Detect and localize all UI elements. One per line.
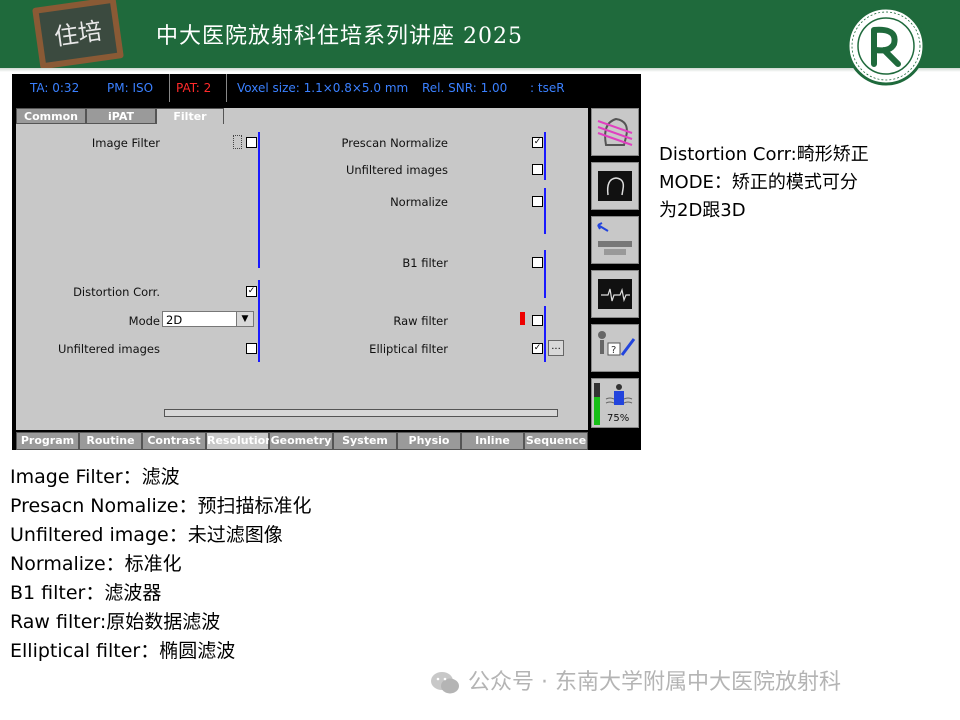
slide-header: 住培 中大医院放射科住培系列讲座 2025 <box>0 0 960 70</box>
raw-filter-indicator <box>520 312 525 325</box>
patient-table-icon[interactable] <box>591 216 639 264</box>
right-divider-2 <box>544 188 546 234</box>
b1-filter-checkbox[interactable] <box>532 257 543 268</box>
tab-routine[interactable]: Routine <box>79 432 142 450</box>
right-unfiltered-label: Unfiltered images <box>345 163 448 177</box>
page-title: 中大医院放射科住培系列讲座 2025 <box>156 24 523 49</box>
prescan-normalize-checkbox[interactable]: ✓ <box>532 137 543 148</box>
right-unfiltered-checkbox[interactable] <box>532 164 543 175</box>
snr-readout: Rel. SNR: 1.00 <box>422 81 508 95</box>
list-item: Presacn Nomalize：预扫描标准化 <box>10 495 312 517</box>
list-item: Unfiltered image：未过滤图像 <box>10 524 283 546</box>
raw-filter-checkbox[interactable] <box>532 315 543 326</box>
image-filter-label: Image Filter <box>91 136 160 150</box>
mode-select[interactable]: 2D ▼ <box>162 311 254 327</box>
status-bar: TA: 0:32 PM: ISO PAT: 2 Voxel size: 1.1×… <box>12 74 641 102</box>
left-unfiltered-checkbox[interactable] <box>246 343 257 354</box>
list-item: Image Filter：滤波 <box>10 466 180 488</box>
distortion-corr-checkbox[interactable]: ✓ <box>246 286 257 297</box>
footer-text: 公众号 · 东南大学附属中大医院放射科 <box>468 670 841 695</box>
sar-percent: 75% <box>607 413 629 424</box>
hospital-seal-logo <box>846 6 926 86</box>
tab-geometry[interactable]: Geometry <box>269 432 333 450</box>
list-item: Normalize：标准化 <box>10 553 182 575</box>
elliptical-options-button[interactable]: ... <box>548 340 564 356</box>
left-unfiltered-label: Unfiltered images <box>57 342 160 356</box>
elliptical-filter-checkbox[interactable]: ✓ <box>532 343 543 354</box>
note-line: 为2D跟3D <box>659 200 746 221</box>
tab-physio[interactable]: Physio <box>397 432 461 450</box>
progress-bar <box>164 409 558 417</box>
wechat-watermark: 公众号 · 东南大学附属中大医院放射科 <box>430 664 841 696</box>
chalkboard-logo: 住培 <box>32 0 124 70</box>
normalize-label: Normalize <box>390 195 448 209</box>
list-item: Raw filter:原始数据滤波 <box>10 611 221 633</box>
tab-resolution[interactable]: Resolution <box>206 432 273 450</box>
list-item: Elliptical filter：椭圆滤波 <box>10 640 236 662</box>
raw-filter-label: Raw filter <box>393 314 448 328</box>
tab-contrast[interactable]: Contrast <box>142 432 206 450</box>
head-positioning-icon[interactable] <box>591 108 639 156</box>
tab-inline[interactable]: Inline <box>461 432 524 450</box>
sar-level-icon[interactable]: 75% <box>591 378 639 428</box>
mode-value: 2D <box>166 313 183 327</box>
chevron-down-icon[interactable]: ▼ <box>236 312 253 326</box>
head-monitor-icon[interactable] <box>591 162 639 210</box>
note-line: Distortion Corr:畸形矫正 <box>659 144 869 165</box>
list-item: B1 filter：滤波器 <box>10 582 162 604</box>
header-divider <box>0 68 960 72</box>
scanner-window: TA: 0:32 PM: ISO PAT: 2 Voxel size: 1.1×… <box>12 74 641 450</box>
prescan-normalize-label: Prescan Normalize <box>341 136 448 150</box>
pm-readout: PM: ISO <box>107 81 154 95</box>
sequence-readout: : tseR <box>530 81 565 95</box>
mode-label: Mode <box>128 314 160 328</box>
svg-text:?: ? <box>611 345 616 356</box>
image-filter-checkbox[interactable] <box>246 137 257 148</box>
b1-filter-label: B1 filter <box>402 256 448 270</box>
ta-readout: TA: 0:32 <box>30 81 80 95</box>
right-divider-1 <box>544 132 546 180</box>
tab-system[interactable]: System <box>333 432 397 450</box>
tab-ipat[interactable]: iPAT <box>86 108 156 124</box>
tab-program[interactable]: Program <box>16 432 79 450</box>
filter-panel: Image Filter Distortion Corr. ✓ Mode 2D … <box>16 124 588 430</box>
voxel-readout: Voxel size: 1.1×0.8×5.0 mm <box>237 81 409 95</box>
wechat-icon <box>431 672 459 694</box>
distortion-note: Distortion Corr:畸形矫正 MODE：矫正的模式可分 为2D跟3D <box>659 141 929 225</box>
bottom-tabs: Program Routine Contrast Resolution Geom… <box>16 432 588 450</box>
column-divider-bottom <box>258 280 260 362</box>
parameter-tabs: Common iPAT Filter <box>16 108 588 124</box>
ecg-monitor-icon[interactable] <box>591 270 639 318</box>
tab-sequence[interactable]: Sequence <box>524 432 588 450</box>
focus-marker <box>233 135 242 149</box>
note-line: MODE：矫正的模式可分 <box>659 172 858 193</box>
right-divider-4 <box>544 306 546 362</box>
glossary-list: Image Filter：滤波 Presacn Nomalize：预扫描标准化 … <box>10 463 312 666</box>
tab-common[interactable]: Common <box>16 108 86 124</box>
tab-filter[interactable]: Filter <box>156 108 224 124</box>
distortion-corr-label: Distortion Corr. <box>73 285 160 299</box>
patient-instruction-icon[interactable]: ? <box>591 324 639 372</box>
side-toolbar: ? 75% <box>590 108 641 450</box>
right-divider-3 <box>544 250 546 298</box>
column-divider-top <box>258 132 260 268</box>
normalize-checkbox[interactable] <box>532 196 543 207</box>
pat-readout: PAT: 2 <box>176 81 212 95</box>
elliptical-filter-label: Elliptical filter <box>369 342 448 356</box>
